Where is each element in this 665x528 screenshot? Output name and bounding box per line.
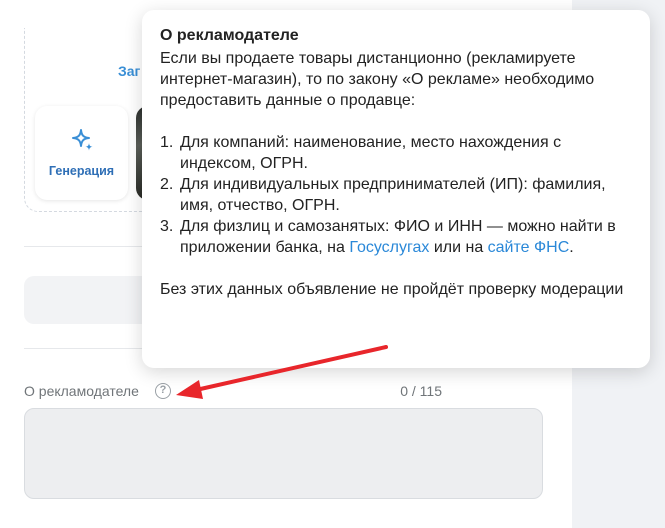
list-text: или на [429,239,488,256]
divider [24,348,148,349]
list-text: Для индивидуальных предпринимателей (ИП)… [180,176,606,214]
generation-label: Генерация [48,164,115,178]
tooltip-list: 1. Для компаний: наименование, место нах… [160,132,630,258]
tooltip-title: О рекламодателе [160,27,299,44]
tooltip-list-item: 1. Для компаний: наименование, место нах… [160,132,630,174]
list-number: 3. [160,218,174,235]
fns-site-link[interactable]: сайте ФНС [488,239,570,256]
divider [24,246,148,247]
tooltip-list-item: 2. Для индивидуальных предпринимателей (… [160,174,630,216]
upload-link[interactable]: Заг [118,63,140,79]
list-text: . [569,239,574,256]
tooltip-intro: Если вы продаете товары дистанционно (ре… [160,50,595,109]
advertiser-textarea[interactable] [24,408,543,499]
list-number: 1. [160,134,174,151]
list-text: Для компаний: наименование, место нахожд… [180,134,562,172]
question-circle-icon[interactable]: ? [155,383,171,399]
advertiser-label: О рекламодателе [24,383,139,399]
gosuslugi-link[interactable]: Госуслугах [349,239,429,256]
generation-button[interactable]: Генерация [35,106,128,200]
tooltip-outro: Без этих данных объявление не пройдёт пр… [160,281,624,298]
char-counter: 0 / 115 [400,383,442,399]
tooltip-list-item: 3. Для физлиц и самозанятых: ФИО и ИНН —… [160,216,630,258]
list-number: 2. [160,176,174,193]
advertiser-tooltip: О рекламодателе Если вы продаете товары … [142,10,650,368]
sparkles-icon [72,129,93,151]
